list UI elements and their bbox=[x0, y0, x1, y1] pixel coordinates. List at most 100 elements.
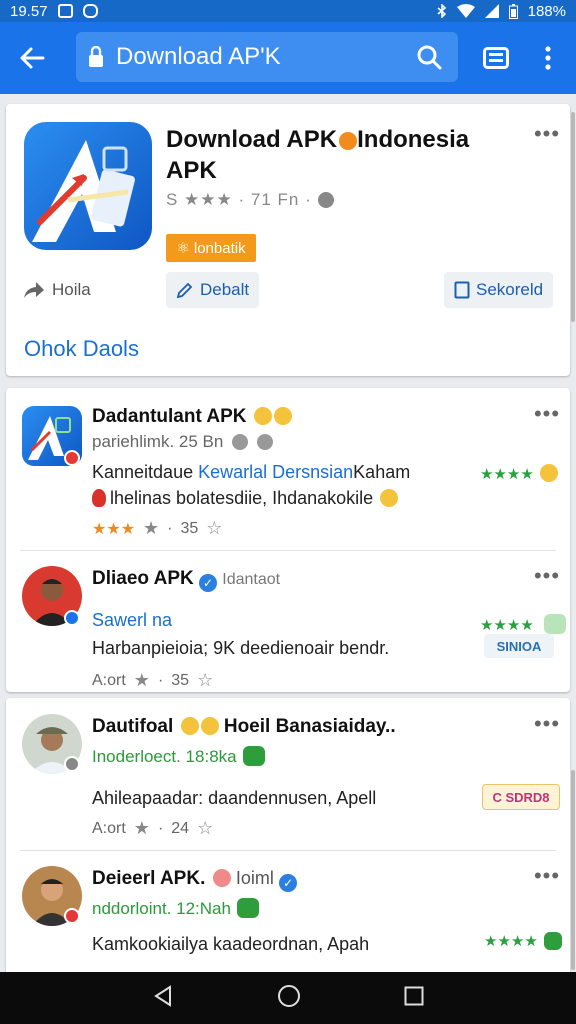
list-item-subtitle-text: Inoderloect. 18:8ka bbox=[92, 747, 237, 766]
list-item-subtitle-text: nddorloint. 12:Nah bbox=[92, 899, 231, 918]
wifi-icon bbox=[456, 4, 475, 18]
badge-icon bbox=[64, 908, 80, 924]
list-item-title[interactable]: Deieerl APK. Ioiml ✓ bbox=[92, 868, 298, 892]
pencil-icon bbox=[176, 282, 193, 299]
nav-recents-button[interactable] bbox=[404, 986, 424, 1011]
save-button[interactable]: Sekoreld bbox=[444, 272, 554, 308]
description-part: Kaham bbox=[353, 462, 411, 482]
badge-icon bbox=[64, 756, 80, 772]
list-item-title[interactable]: Dadantulant APK bbox=[92, 406, 292, 428]
bluetooth-icon bbox=[437, 4, 446, 18]
install-button[interactable]: ⚛ lonbatik bbox=[166, 234, 256, 262]
list-item-handle: Idantaot bbox=[222, 571, 281, 588]
overflow-menu-button[interactable] bbox=[528, 36, 568, 80]
notification-icon bbox=[57, 4, 73, 18]
badge-icon bbox=[64, 450, 80, 466]
green-rating: ★★★★ bbox=[480, 464, 558, 483]
share-button[interactable]: Hoila bbox=[22, 272, 91, 308]
item-more-button[interactable]: ••• bbox=[532, 863, 562, 888]
hero-more-button[interactable]: ••• bbox=[532, 121, 562, 146]
status-badge: C SDRD8 bbox=[482, 784, 560, 810]
nav-home-button[interactable] bbox=[277, 984, 301, 1013]
badge-icon bbox=[242, 746, 265, 766]
description-link[interactable]: Kewarlal Dersnsian bbox=[198, 462, 353, 482]
battery-icon bbox=[508, 3, 518, 19]
list-item-title-text: Dadantulant APK bbox=[92, 406, 247, 427]
list-item-subtitle: pariehlimk. 25 Bn bbox=[92, 432, 273, 452]
list-item-description: Kanneitdaue Kewarlal DersnsianKaham bbox=[92, 462, 410, 483]
star-outline-icon[interactable]: ☆ bbox=[197, 670, 213, 691]
item-more-button[interactable]: ••• bbox=[532, 401, 562, 426]
star-outline-icon[interactable]: ☆ bbox=[197, 818, 213, 839]
list-item-rating: A:ort ★ · 24 ☆ bbox=[92, 818, 214, 839]
list-item-title[interactable]: Dliaeo APK ✓ Idantaot bbox=[92, 568, 280, 592]
app-logo[interactable] bbox=[24, 122, 152, 250]
emoji-icon bbox=[539, 464, 558, 482]
app-rating-text: S ★★★ · 71 Fn · bbox=[166, 190, 312, 209]
install-label: lonbatik bbox=[193, 239, 246, 257]
emoji-icon bbox=[200, 717, 219, 735]
description-text: lhelinas bolatesdiie, Ihdanakokile bbox=[110, 488, 374, 508]
save-label: Sekoreld bbox=[476, 280, 544, 299]
star-icon: ★ bbox=[133, 670, 150, 690]
status-time: 19.57 bbox=[10, 2, 48, 20]
list-item-subtitle[interactable]: Sawerl na bbox=[92, 610, 172, 631]
star-outline-icon[interactable]: ☆ bbox=[206, 518, 222, 539]
nav-back-button[interactable] bbox=[152, 984, 174, 1012]
search-bar[interactable] bbox=[76, 32, 458, 82]
badge-icon bbox=[64, 610, 80, 626]
scrollbar-thumb[interactable] bbox=[571, 112, 575, 322]
badge-icon bbox=[543, 932, 562, 950]
lock-icon bbox=[76, 46, 116, 68]
globe-icon bbox=[256, 434, 273, 450]
item-more-button[interactable]: ••• bbox=[532, 563, 562, 588]
tabs-button[interactable] bbox=[474, 36, 518, 80]
emoji-icon bbox=[380, 489, 399, 507]
list-item-subtitle: Inoderloect. 18:8ka bbox=[92, 746, 265, 767]
app-hero-card: Download APK Indonesia APK ••• S ★★★ · 71… bbox=[6, 104, 570, 376]
status-badge: SINIOA bbox=[484, 634, 554, 658]
emoji-icon bbox=[253, 407, 272, 425]
list-item-title-text-2: Hoeil Banasiaiday.. bbox=[223, 716, 396, 737]
more-vert-icon bbox=[545, 46, 551, 70]
verified-icon: ✓ bbox=[199, 574, 217, 592]
home-nav-icon bbox=[277, 984, 300, 1007]
notification-icon-2 bbox=[82, 4, 98, 18]
app-list-card-2: Dautifoal Hoeil Banasiaiday.. ••• Inoder… bbox=[6, 698, 570, 988]
list-item-title[interactable]: Dautifoal Hoeil Banasiaiday.. bbox=[92, 716, 396, 738]
rating-count: 35 bbox=[180, 519, 199, 537]
scrollbar-thumb-2[interactable] bbox=[571, 770, 575, 970]
back-arrow-icon bbox=[20, 47, 45, 69]
detail-button[interactable]: Debalt bbox=[166, 272, 260, 308]
emoji-icon bbox=[212, 869, 231, 887]
badge-icon bbox=[543, 614, 566, 634]
rating-count: 35 bbox=[171, 671, 190, 689]
check-details-link[interactable]: Ohok Daols bbox=[24, 336, 139, 362]
back-button[interactable] bbox=[0, 22, 64, 94]
share-label: Hoila bbox=[52, 280, 91, 299]
search-input[interactable] bbox=[116, 43, 400, 71]
search-button[interactable] bbox=[400, 32, 458, 82]
share-icon bbox=[24, 282, 44, 298]
list-item-subtitle: nddorloint. 12:Nah bbox=[92, 898, 259, 919]
rating-count: 24 bbox=[171, 819, 190, 837]
app-list-card-1: Dadantulant APK ••• pariehlimk. 25 Bn Ka… bbox=[6, 388, 570, 692]
back-nav-icon bbox=[153, 984, 171, 1007]
list-item-subtitle-text: pariehlimk. 25 Bn bbox=[92, 432, 224, 451]
green-rating: ★★★★ bbox=[484, 932, 562, 950]
divider bbox=[20, 550, 556, 551]
emoji-icon bbox=[273, 407, 292, 425]
app-bar bbox=[0, 22, 576, 94]
search-icon bbox=[417, 45, 442, 70]
star-icon: ★ bbox=[133, 818, 150, 838]
status-bar: 19.57 188% bbox=[0, 0, 576, 22]
list-item-description-2: lhelinas bolatesdiie, Ihdanakokile bbox=[92, 488, 399, 509]
fire-icon bbox=[92, 489, 106, 507]
item-more-button[interactable]: ••• bbox=[532, 711, 562, 736]
app-title: Download APK Indonesia APK bbox=[166, 124, 486, 186]
list-item-description: Kamkookiailya kaadeordnan, Apah bbox=[92, 934, 370, 954]
bookmark-icon bbox=[454, 281, 470, 299]
rating-prefix: A:ort bbox=[92, 671, 126, 689]
app-title-line1b: Indonesia bbox=[357, 126, 470, 153]
divider bbox=[20, 850, 556, 851]
